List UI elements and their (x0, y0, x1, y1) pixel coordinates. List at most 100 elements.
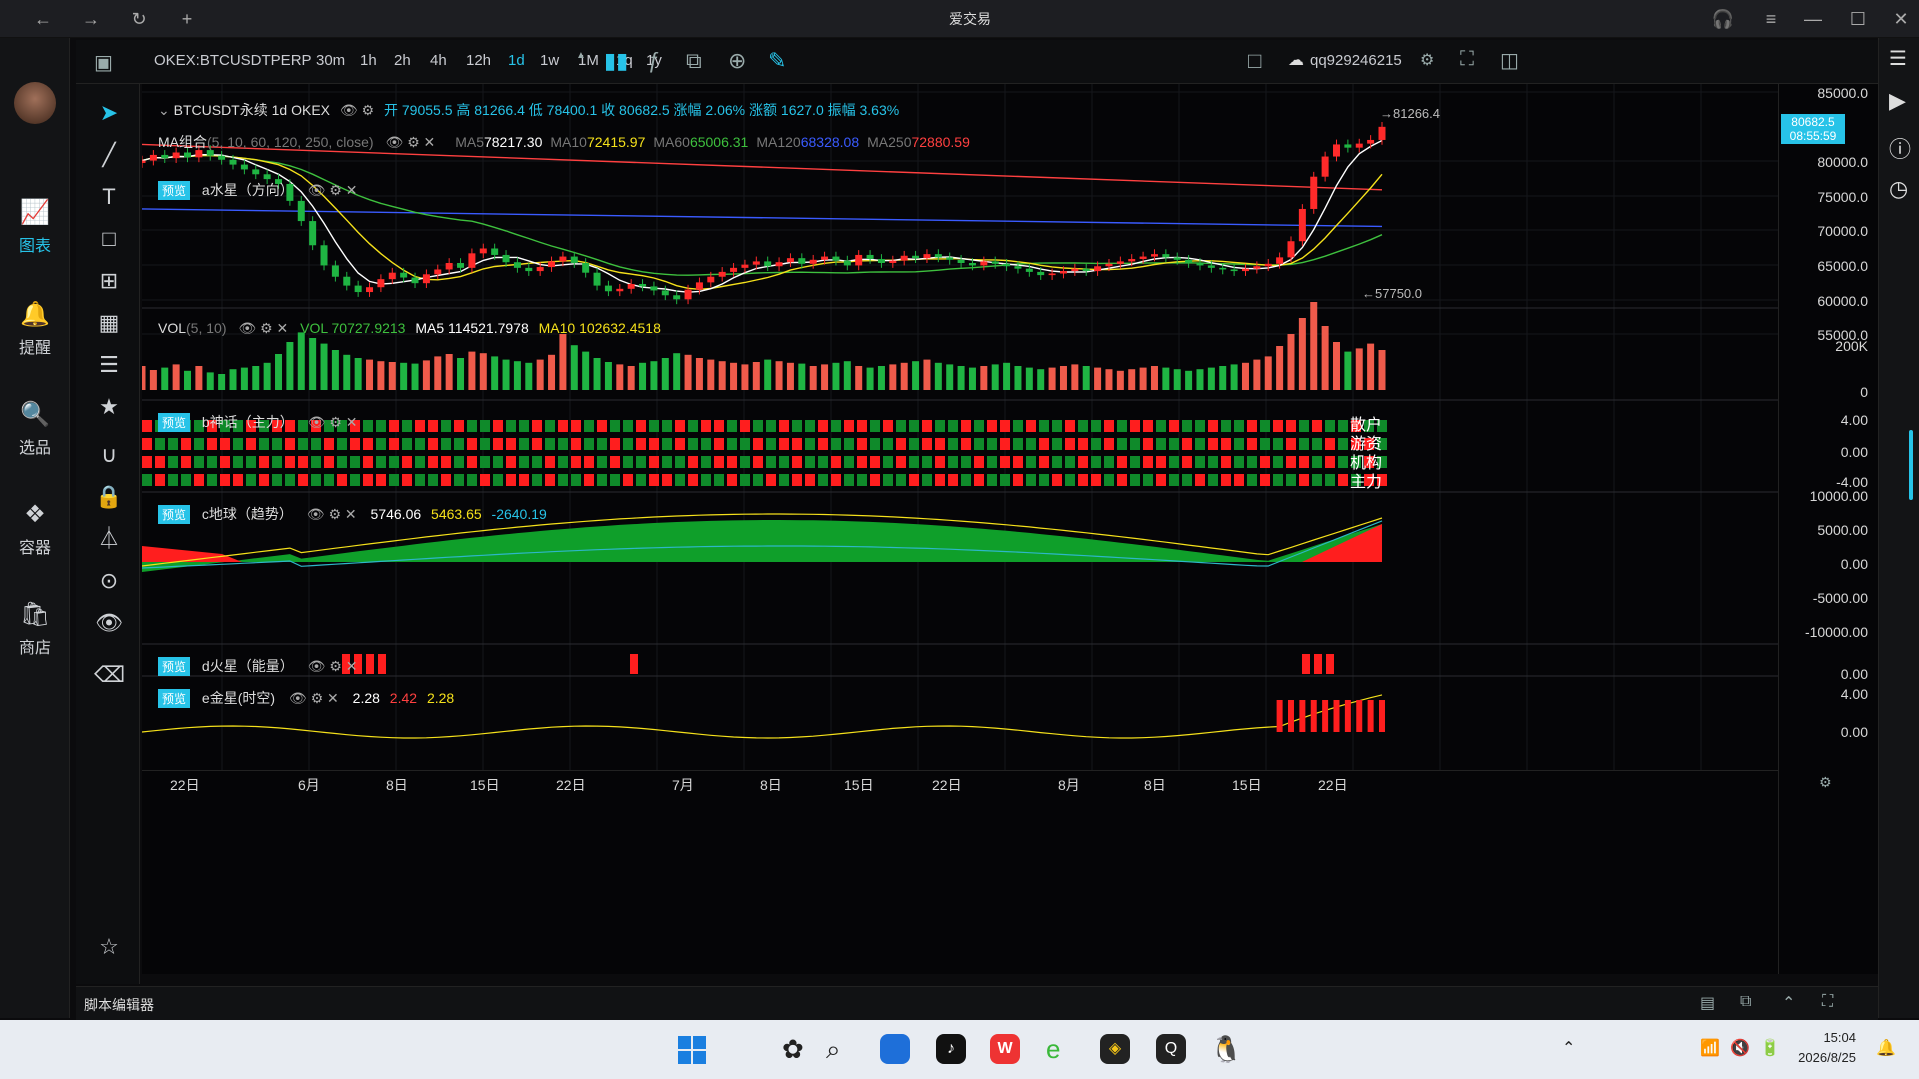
square-icon[interactable]: □ (1248, 48, 1261, 74)
timeframe-2[interactable]: 2h (394, 52, 411, 69)
menu-icon[interactable]: ≡ (1758, 6, 1784, 32)
grid-tool-icon[interactable]: ▦ (94, 308, 124, 338)
filter-icon[interactable]: ⏃ (94, 524, 124, 554)
headset-icon[interactable]: 🎧 (1710, 6, 1736, 32)
magnet-icon[interactable]: ∪ (94, 440, 124, 470)
nav-item-2[interactable]: 🔍 选品 (0, 400, 70, 458)
b-cell (844, 474, 854, 486)
tray-chevron-icon[interactable]: ⌃ (1562, 1038, 1575, 1058)
volume-bar (1355, 348, 1363, 390)
candle-type-icon[interactable]: ▮▮ (604, 48, 628, 74)
b-cell (584, 420, 594, 432)
b-cell (168, 456, 178, 468)
close-button[interactable]: ✕ (1888, 6, 1914, 32)
lock-icon[interactable]: 🔒 (94, 482, 124, 512)
text-tool-icon[interactable]: T (94, 182, 124, 212)
target-icon[interactable]: ⊙ (94, 566, 124, 596)
cursor-icon[interactable]: ➤ (94, 98, 124, 128)
b-cell (1195, 456, 1205, 468)
timeframe-1[interactable]: 1h (360, 52, 377, 69)
sidebar-toggle-icon[interactable]: ◫ (1500, 48, 1519, 73)
scrollbar-thumb[interactable] (1909, 430, 1913, 500)
volume-bar (400, 362, 408, 390)
b-cell (1039, 420, 1049, 432)
back-icon[interactable]: ← (30, 6, 56, 32)
draw-toggle-icon[interactable]: ✎ (768, 48, 786, 74)
b-cell (519, 420, 529, 432)
nav-item-1[interactable]: 🔔 提醒 (0, 300, 70, 358)
calendar-icon[interactable]: ▤ (1700, 993, 1715, 1013)
play-icon[interactable]: ▶ (1889, 88, 1906, 114)
rectangle-tool-icon[interactable]: □ (94, 224, 124, 254)
nav-item-4[interactable]: 🛍 商店 (0, 600, 70, 658)
volume-bar (923, 359, 931, 390)
timeframe-0[interactable]: 30m (316, 52, 345, 69)
b-cell (285, 474, 295, 486)
star-tool-icon[interactable]: ★ (94, 392, 124, 422)
search-icon[interactable]: ⌕ (826, 1034, 841, 1066)
clock-icon[interactable]: ◷ (1889, 176, 1908, 202)
chart-area[interactable]: ⌄ BTCUSDT永续 1d OKEX 👁 ⚙ 开 79055.5 高 8126… (138, 84, 1778, 974)
user-account[interactable]: qq929246215 (1310, 52, 1402, 69)
date-tick-label: 15日 (1232, 777, 1262, 793)
list-icon[interactable]: ☰ (1889, 46, 1907, 71)
ma-label: MA5 (455, 134, 484, 150)
measure-tool-icon[interactable]: ⊞ (94, 266, 124, 296)
app-icon-3[interactable]: Q (1156, 1034, 1186, 1064)
nav-item-0[interactable]: 📈 图表 (0, 198, 70, 256)
wifi-icon[interactable]: 📶 (1700, 1038, 1720, 1058)
reload-icon[interactable]: ↻ (126, 6, 152, 32)
symbol-selector[interactable]: OKEX:BTCUSDTPERP (154, 52, 312, 69)
axis-settings-icon[interactable]: ⚙ (1819, 774, 1832, 791)
edge-icon[interactable]: e (1046, 1034, 1060, 1065)
nav-item-3[interactable]: ❖ 容器 (0, 500, 70, 558)
battery-icon[interactable]: 🔋 (1760, 1038, 1780, 1058)
volume-icon[interactable]: 🔇 (1730, 1038, 1750, 1058)
fib-tool-icon[interactable]: ☰ (94, 350, 124, 380)
export-icon[interactable]: ⧉ (1740, 993, 1751, 1011)
hide-icon[interactable]: 👁 (94, 608, 124, 638)
wps-icon[interactable]: W (990, 1034, 1020, 1064)
info-icon[interactable]: ⓘ (1889, 132, 1911, 164)
indicator-icon[interactable]: ƒ (648, 48, 660, 74)
qq-icon[interactable]: 🐧 (1210, 1034, 1242, 1065)
b-cell (1078, 456, 1088, 468)
b-cell (181, 456, 191, 468)
tiktok-icon[interactable]: ♪ (936, 1034, 966, 1064)
new-tab-icon[interactable]: + (174, 6, 200, 32)
b-cell (350, 456, 360, 468)
timeframe-3[interactable]: 4h (430, 52, 447, 69)
chevron-up-icon[interactable]: ⌃ (1782, 993, 1795, 1013)
expand-icon[interactable]: ⛶ (1822, 993, 1833, 1011)
c-indicator-legend: 预览 c地球（趋势） 👁 ⚙ ✕ 5746.06 5463.65 -2640.1… (158, 504, 547, 524)
cloud-icon[interactable]: ☁ (1288, 50, 1304, 70)
maximize-button[interactable]: ☐ (1845, 6, 1871, 32)
windows-start-icon[interactable] (678, 1036, 706, 1064)
price-axis[interactable]: 85000.0 80000.0 75000.0 70000.0 65000.0 60000… (1778, 84, 1878, 974)
trading-app-icon[interactable]: ◈ (1100, 1034, 1130, 1064)
timeframe-6[interactable]: 1w (540, 52, 559, 69)
layout-panel-icon[interactable]: ▣ (94, 50, 113, 75)
favorite-icon[interactable]: ☆ (94, 932, 124, 962)
script-editor-tab[interactable]: 脚本编辑器 (84, 995, 154, 1015)
avatar[interactable] (14, 82, 56, 124)
minimize-button[interactable]: — (1800, 6, 1826, 32)
b-cell (714, 438, 724, 450)
fullscreen-icon[interactable]: ⛶ (1460, 48, 1474, 71)
b-cell (142, 456, 152, 468)
app-icon-1[interactable]: ✿ (782, 1034, 804, 1065)
line-tool-icon[interactable]: ╱ (94, 140, 124, 170)
forward-icon[interactable]: → (78, 6, 104, 32)
app-icon-2[interactable] (880, 1034, 910, 1064)
settings-icon[interactable]: ⚙ (1420, 50, 1434, 70)
timeframe-5[interactable]: 1d (508, 52, 525, 69)
volume-bar (1230, 364, 1238, 390)
compare-icon[interactable]: ⧉ (686, 48, 702, 74)
timeframe-4[interactable]: 12h (466, 52, 491, 69)
volume-bar (832, 362, 840, 390)
alert-add-icon[interactable]: ⊕ (728, 48, 746, 74)
volume-bar (149, 370, 157, 390)
triangle-up-icon[interactable]: ▲ (576, 50, 586, 61)
eraser-icon[interactable]: ⌫ (94, 660, 125, 690)
notification-icon[interactable]: 🔔 (1876, 1038, 1896, 1058)
